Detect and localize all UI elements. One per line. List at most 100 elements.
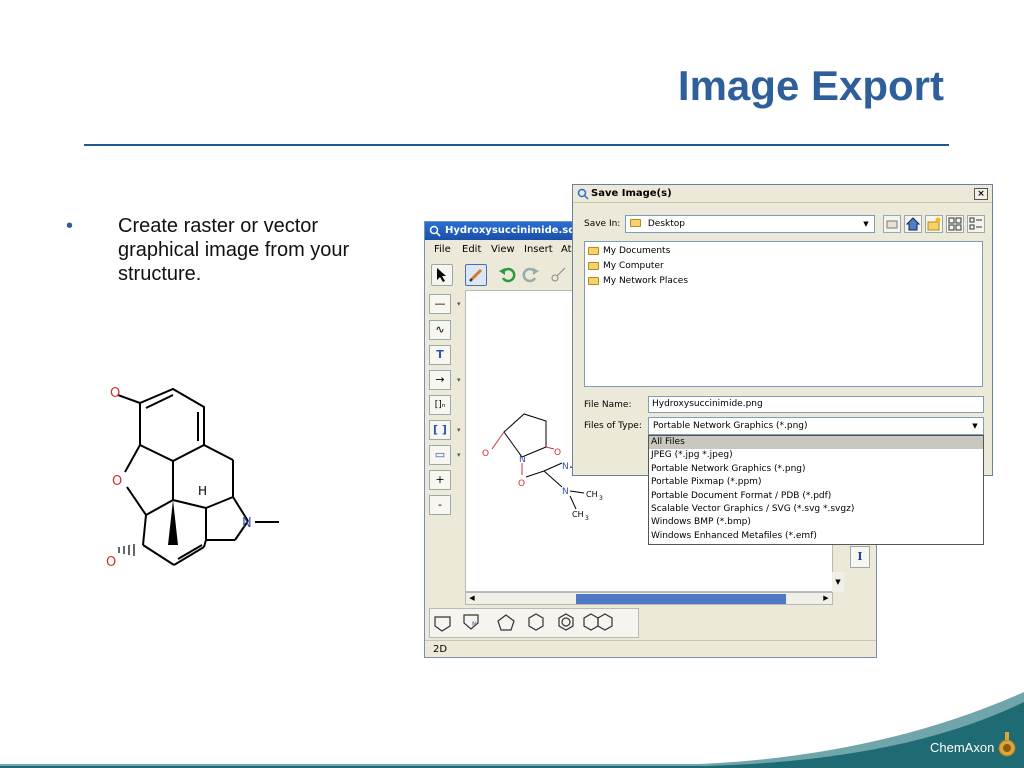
oxygen-right-label: O [554, 448, 561, 458]
chevron-down-icon[interactable]: ▾ [457, 300, 461, 308]
list-item[interactable]: My Documents [588, 244, 670, 258]
save-in-select[interactable]: Desktop ▼ [625, 215, 875, 233]
methyl-subscript-c: 3 [585, 515, 589, 522]
menu-insert[interactable]: Insert [524, 244, 553, 255]
methyl-label-c: CH [572, 510, 584, 519]
molecule-structure: O O O N H [106, 386, 279, 570]
list-item[interactable]: My Computer [588, 259, 664, 273]
bond-tool-button[interactable]: — [429, 294, 451, 314]
chevron-down-icon[interactable]: ▼ [969, 419, 981, 433]
list-item[interactable]: My Network Places [588, 274, 688, 288]
folder-icon [630, 219, 641, 227]
details-view-button[interactable] [967, 215, 985, 233]
menu-atom[interactable]: At [561, 244, 572, 255]
pencil-icon [468, 268, 483, 283]
files-of-type-select[interactable]: Portable Network Graphics (*.png) ▼ [648, 417, 984, 435]
files-of-type-label: Files of Type: [584, 421, 642, 431]
folder-icon [588, 247, 599, 255]
bullet-text: Create raster or vector graphical image … [118, 215, 350, 285]
chevron-down-icon[interactable]: ▾ [457, 376, 461, 384]
chain-tool-button[interactable]: ∿ [429, 320, 451, 340]
save-image-dialog[interactable]: Save Image(s) × Save In: Desktop ▼ My Do… [572, 184, 993, 545]
isotope-tool-button[interactable]: I [850, 546, 870, 568]
select-tool-button[interactable] [431, 264, 453, 286]
chevron-down-icon[interactable]: ▾ [457, 426, 461, 434]
pyrrole-nitrogen-label: N [472, 621, 477, 628]
footer-wave [0, 692, 1024, 768]
file-type-option[interactable]: JPEG (*.jpg *.jpeg) [649, 449, 983, 462]
methyl-label-b: CH [586, 490, 598, 499]
file-list[interactable]: My Documents My Computer My Network Plac… [584, 241, 983, 387]
increase-charge-button[interactable]: + [429, 470, 451, 490]
chevron-down-icon[interactable]: ▼ [860, 217, 872, 231]
details-view-icon [969, 217, 982, 230]
menu-view[interactable]: View [491, 244, 515, 255]
folder-icon [588, 262, 599, 270]
hexagon-icon [528, 613, 544, 631]
template-toolbar: N [429, 608, 639, 638]
file-type-option[interactable]: Portable Network Graphics (*.png) [649, 463, 983, 476]
up-folder-button[interactable] [883, 215, 901, 233]
oxygen-link-label: O [518, 479, 525, 489]
list-view-icon [948, 217, 962, 231]
template-shape-icon [434, 616, 451, 632]
hydrogen-label: H [198, 484, 207, 498]
oxygen-label-top: O [110, 386, 120, 401]
status-bar: 2D [425, 640, 876, 658]
dialog-titlebar[interactable]: Save Image(s) × [573, 185, 992, 203]
chevron-down-icon[interactable]: ▾ [457, 451, 461, 459]
file-name-label: File Name: [584, 400, 632, 410]
undo-icon [499, 267, 516, 283]
nitrogen-upper-label: N [562, 462, 569, 472]
sgroup-tool-button[interactable]: []ₙ [429, 395, 451, 415]
new-folder-button[interactable] [925, 215, 943, 233]
file-type-option[interactable]: All Files [649, 436, 983, 450]
list-view-button[interactable] [946, 215, 964, 233]
folder-icon [588, 277, 599, 285]
file-type-dropdown[interactable]: All Files JPEG (*.jpg *.jpeg) Portable N… [648, 435, 984, 545]
redo-icon [522, 267, 539, 283]
scroll-left-icon[interactable]: ◀ [466, 593, 478, 604]
vertical-scroll-down[interactable]: ▼ [832, 572, 844, 592]
menu-edit[interactable]: Edit [462, 244, 481, 255]
arrow-tool-button[interactable]: → [429, 370, 451, 390]
draw-tool-button[interactable] [465, 264, 487, 286]
undo-button[interactable] [497, 264, 519, 286]
nitrogen-ring-label: N [519, 455, 526, 465]
scroll-thumb[interactable] [576, 594, 786, 604]
shape-tool-button[interactable]: ▭ [429, 445, 451, 465]
close-button[interactable]: × [974, 188, 988, 200]
benzene-icon [558, 613, 574, 631]
scroll-right-icon[interactable]: ▶ [820, 593, 832, 604]
decrease-charge-button[interactable]: - [429, 495, 451, 515]
up-folder-icon [886, 220, 898, 229]
dialog-title: Save Image(s) [591, 188, 672, 199]
scissors-icon [551, 267, 566, 282]
magnifier-icon [429, 225, 441, 237]
horizontal-scrollbar[interactable]: ◀ ▶ [465, 592, 833, 605]
file-type-option[interactable]: Portable Document Format / PDB (*.pdf) [649, 490, 983, 503]
template-icons: N [434, 613, 613, 632]
brand-logo-icon [998, 732, 1016, 757]
text-tool-button[interactable]: T [429, 345, 451, 365]
nitrogen-label: N [242, 516, 252, 531]
title-divider [84, 144, 949, 146]
file-name-input[interactable]: Hydroxysuccinimide.png [648, 396, 984, 413]
save-in-label: Save In: [584, 219, 621, 229]
bullet-symbol: • [66, 215, 74, 237]
file-type-option[interactable]: Scalable Vector Graphics / SVG (*.svg *.… [649, 503, 983, 516]
cursor-icon [437, 268, 446, 282]
bracket-tool-button[interactable]: [ ] [429, 420, 451, 440]
slide-title: Image Export [677, 62, 944, 109]
home-button[interactable] [904, 215, 922, 233]
menu-file[interactable]: File [434, 244, 451, 255]
file-type-option[interactable]: Windows Enhanced Metafiles (*.emf) [649, 530, 983, 543]
new-folder-icon [927, 217, 941, 231]
file-type-option[interactable]: Windows BMP (*.bmp) [649, 516, 983, 529]
pentagon-icon [497, 614, 515, 631]
file-type-option[interactable]: Portable Pixmap (*.ppm) [649, 476, 983, 489]
cut-button[interactable] [549, 264, 571, 286]
file-item-label: My Documents [603, 246, 671, 256]
file-item-label: My Network Places [603, 276, 689, 286]
redo-button[interactable] [521, 264, 543, 286]
